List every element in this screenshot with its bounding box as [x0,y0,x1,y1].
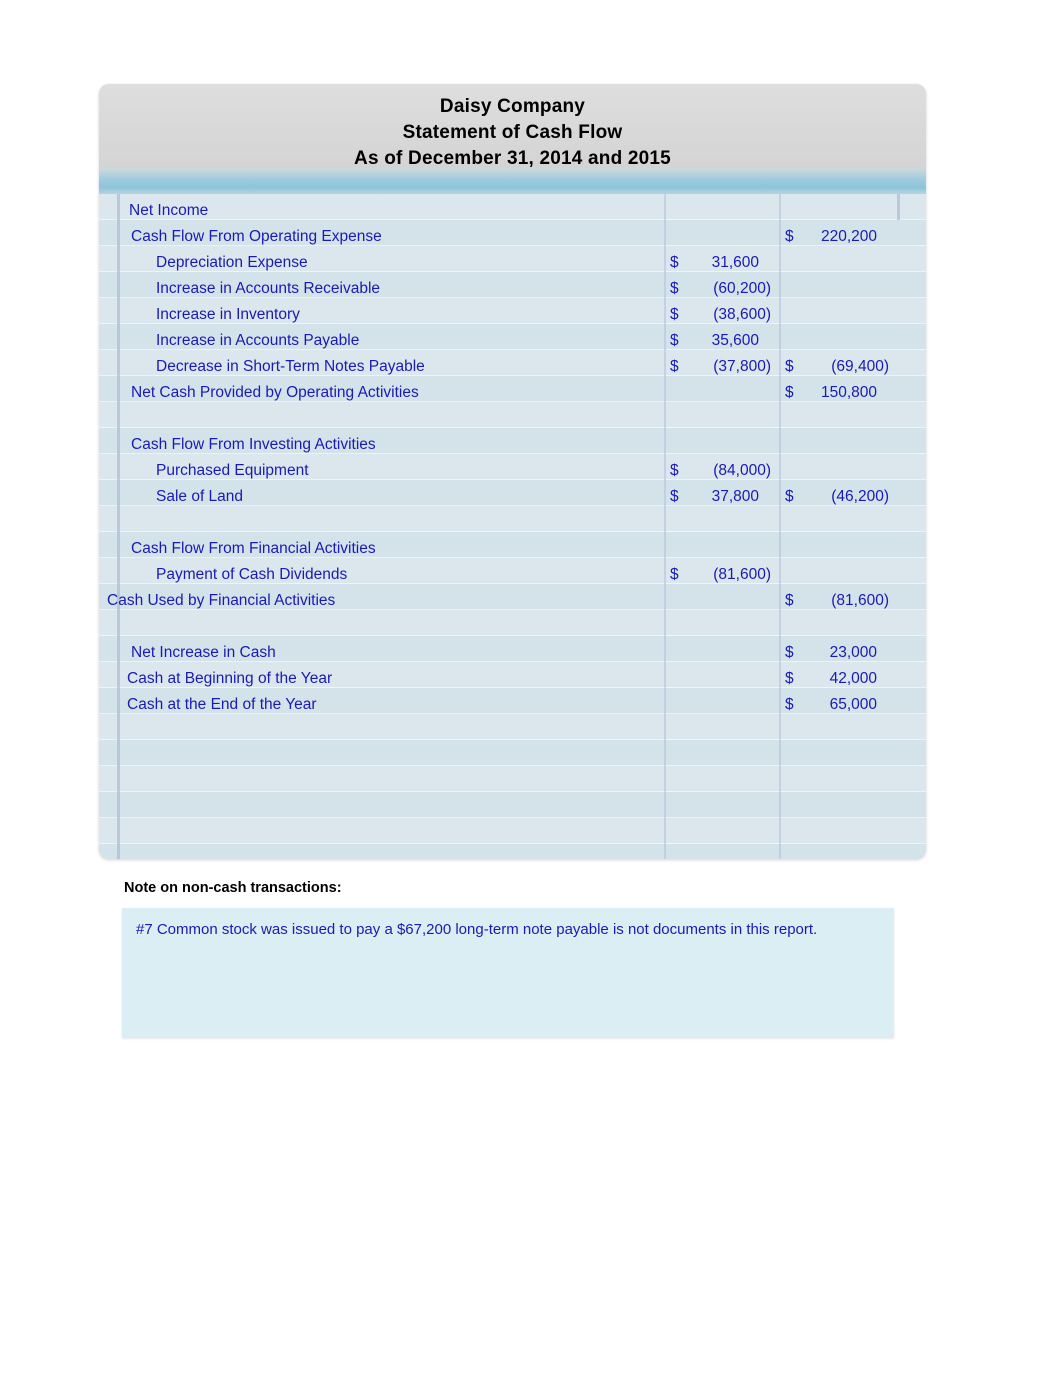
row-label: Net Increase in Cash [131,644,276,661]
statement-row: Purchased Equipment $ (84,000) [99,458,926,484]
row-label: Net Income [129,202,209,219]
statement-grid: Net Income Cash Flow From Operating Expen… [99,194,926,859]
statement-period: As of December 31, 2014 and 2015 [354,148,671,169]
amount-value: (37,800) [713,358,771,375]
amount-value: 42,000 [829,670,877,687]
amount-total-cell: $42,000 [779,670,897,688]
statement-row: Cash Used by Financial Activities $ (81,60… [99,588,926,614]
currency-symbol: $ [785,670,794,687]
document-page: Daisy Company Statement of Cash Flow As … [0,0,1062,1377]
amount-total-cell: $ (69,400) [779,358,897,376]
statement-row [99,406,926,432]
amount-value: 35,600 [711,332,759,349]
row-label: Net Cash Provided by Operating Activitie… [131,384,419,401]
statement-row [99,510,926,536]
amount-value: 23,000 [829,644,877,661]
amount-total-cell: $65,000 [779,696,897,714]
amount-detail-cell: $ (84,000) [664,462,779,480]
statement-row: Cash at Beginning of the Year $42,000 [99,666,926,692]
statement-row: Payment of Cash Dividends $ (81,600) [99,562,926,588]
currency-symbol: $ [670,462,679,479]
amount-value: (81,600) [713,566,771,583]
currency-symbol: $ [785,384,794,401]
note-text: #7 Common stock was issued to pay a $67,… [136,921,818,938]
currency-symbol: $ [785,358,794,375]
amount-value: 150,800 [820,384,877,401]
currency-symbol: $ [670,332,679,349]
row-label: Cash at Beginning of the Year [127,670,333,687]
row-label: Cash Flow From Investing Activities [131,436,376,453]
amount-detail-cell: $ (60,200) [664,280,779,298]
statement-row: Decrease in Short-Term Notes Payable $ (37… [99,354,926,380]
row-label: Cash Flow From Operating Expense [131,228,382,245]
amount-total-cell: $150,800 [779,384,897,402]
statement-row: Cash Flow From Operating Expense $220,200 [99,224,926,250]
amount-detail-cell: $ (37,800) [664,358,779,376]
row-label: Sale of Land [156,488,244,505]
amount-value: (46,200) [831,488,889,505]
amount-value: (81,600) [831,592,889,609]
statement-title: Statement of Cash Flow [402,122,623,143]
amount-detail-cell: $ (81,600) [664,566,779,584]
statement-rows: Net Income Cash Flow From Operating Expen… [99,194,926,859]
currency-symbol: $ [670,358,679,375]
amount-detail-cell: $31,600 [664,254,779,272]
currency-symbol: $ [670,306,679,323]
row-label: Decrease in Short-Term Notes Payable [156,358,425,375]
amount-value: 65,000 [829,696,877,713]
note-title: Note on non-cash transactions: [124,880,342,896]
amount-detail-cell: $35,600 [664,332,779,350]
statement-row: Cash Flow From Financial Activities [99,536,926,562]
row-label: Increase in Accounts Payable [156,332,360,349]
amount-value: (38,600) [713,306,771,323]
currency-symbol: $ [670,488,679,505]
row-label: Depreciation Expense [156,254,308,271]
cash-flow-statement-panel: Daisy Company Statement of Cash Flow As … [99,84,926,859]
amount-value: (60,200) [713,280,771,297]
row-label: Cash Flow From Financial Activities [131,540,376,557]
amount-total-cell: $23,000 [779,644,897,662]
statement-header: Daisy Company Statement of Cash Flow As … [99,84,926,169]
row-label: Cash Used by Financial Activities [107,592,336,609]
amount-value: (84,000) [713,462,771,479]
amount-detail-cell: $ (38,600) [664,306,779,324]
amount-value: (69,400) [831,358,889,375]
amount-total-cell: $ (46,200) [779,488,897,506]
currency-symbol: $ [785,644,794,661]
currency-symbol: $ [785,488,794,505]
statement-row: Net Income [99,198,926,224]
row-label: Purchased Equipment [156,462,309,479]
currency-symbol: $ [670,280,679,297]
currency-symbol: $ [670,566,679,583]
row-label: Payment of Cash Dividends [156,566,348,583]
amount-total-cell: $220,200 [779,228,897,246]
statement-row: Increase in Accounts Payable $35,600 [99,328,926,354]
amount-detail-cell: $37,800 [664,488,779,506]
currency-symbol: $ [785,592,794,609]
amount-value: 37,800 [711,488,759,505]
statement-row: Net Cash Provided by Operating Activitie… [99,380,926,406]
statement-row: Increase in Inventory $ (38,600) [99,302,926,328]
statement-row: Sale of Land $37,800 $ (46,200) [99,484,926,510]
currency-symbol: $ [785,696,794,713]
statement-row [99,614,926,640]
amount-value: 31,600 [711,254,759,271]
amount-total-cell: $ (81,600) [779,592,897,610]
row-label: Increase in Inventory [156,306,300,323]
currency-symbol: $ [785,228,794,245]
statement-row: Cash at the End of the Year $65,000 [99,692,926,718]
statement-row: Cash Flow From Investing Activities [99,432,926,458]
row-label: Increase in Accounts Receivable [156,280,381,297]
note-box: #7 Common stock was issued to pay a $67,… [122,908,894,1038]
currency-symbol: $ [670,254,679,271]
statement-row: Net Increase in Cash $23,000 [99,640,926,666]
company-name: Daisy Company [439,96,586,117]
statement-row: Increase in Accounts Receivable $ (60,200) [99,276,926,302]
row-label: Cash at the End of the Year [127,696,317,713]
amount-value: 220,200 [820,228,877,245]
statement-row: Depreciation Expense $31,600 [99,250,926,276]
